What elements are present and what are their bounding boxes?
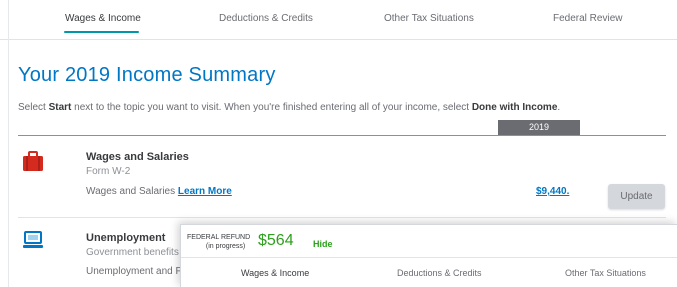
panel-divider [181,257,677,258]
intro-pre: Select [18,102,49,113]
laptop-icon [22,230,44,255]
intro-post: . [557,102,561,113]
hide-link[interactable]: Hide [313,239,333,249]
unemployment-row-title: Unemployment [86,232,166,244]
wages-amount-link[interactable]: $9,440. [536,186,569,197]
header-divider [18,135,666,136]
briefcase-icon [22,150,44,177]
federal-refund-panel: FEDERAL REFUND (in progress) $564 Hide W… [180,224,677,287]
refund-label: FEDERAL REFUND (in progress) [187,233,250,251]
active-tab-indicator [64,31,139,33]
refund-amount: $564 [258,232,294,249]
tab-other-tax-situations[interactable]: Other Tax Situations [384,13,474,24]
unemployment-row-subtitle: Government benefits [86,247,179,258]
wages-row-subtitle: Form W-2 [86,166,131,177]
refund-label-status: (in progress) [205,243,246,250]
panel-tab-other-tax-situations[interactable]: Other Tax Situations [565,268,646,278]
panel-tab-wages-income[interactable]: Wages & Income [241,268,309,278]
panel-tab-deductions-credits[interactable]: Deductions & Credits [397,268,482,278]
learn-more-link[interactable]: Learn More [178,186,232,197]
intro-done: Done with Income [471,102,558,113]
tab-federal-review[interactable]: Federal Review [553,13,622,24]
intro-start: Start [48,102,72,113]
intro-mid: next to the topic you want to visit. Whe… [71,102,472,113]
tab-deductions-credits[interactable]: Deductions & Credits [219,13,313,24]
year-column-header: 2019 [498,120,580,135]
tab-wages-income[interactable]: Wages & Income [65,13,141,24]
wages-row-title: Wages and Salaries [86,151,189,163]
update-button[interactable]: Update [608,184,665,209]
row-divider [18,217,666,218]
page-left-border [8,0,9,287]
refund-label-title: FEDERAL REFUND [187,234,251,241]
unemployment-row-description: Unemployment and F [86,266,182,277]
page-title: Your 2019 Income Summary [18,64,276,86]
wages-row-description: Wages and Salaries Learn More [86,186,232,197]
top-navigation: Wages & Income Deductions & Credits Othe… [0,0,677,287]
wages-description-text: Wages and Salaries [86,186,178,197]
intro-text: Select Start next to the topic you want … [18,102,560,113]
